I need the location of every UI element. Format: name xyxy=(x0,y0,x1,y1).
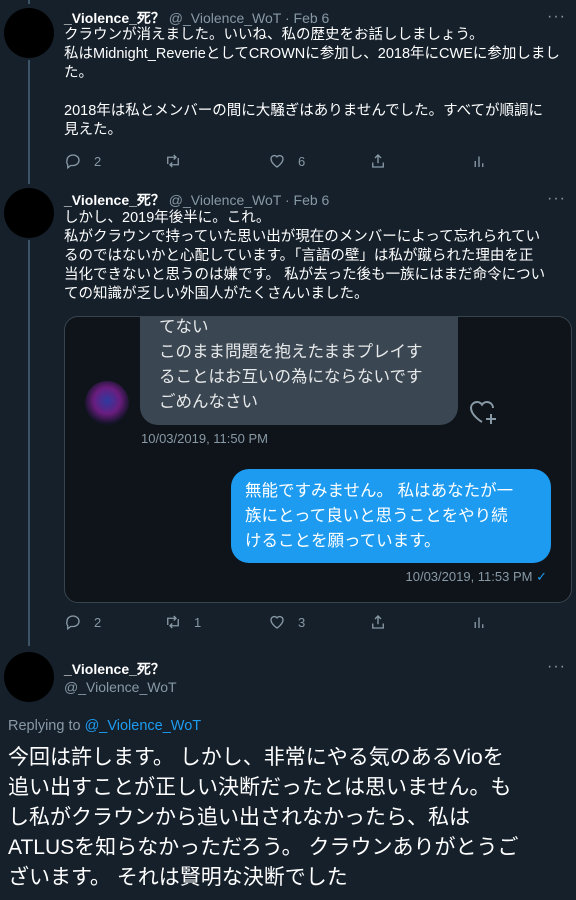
tweet-line: ATLUSを知らなかっただろう。 クラウンありがとうご xyxy=(8,836,519,859)
sent-time: 10/03/2019, 11:53 PM ✓ xyxy=(406,569,548,585)
handle[interactable]: @_Violence_WoT xyxy=(64,679,177,695)
like-button[interactable]: 6 xyxy=(268,152,305,170)
retweet-button[interactable] xyxy=(164,152,194,170)
reply-button[interactable]: 2 xyxy=(64,152,101,170)
like-icon xyxy=(270,615,284,629)
reply-button[interactable]: 2 xyxy=(64,613,101,631)
handle[interactable]: @_Violence_WoT xyxy=(169,10,281,26)
check-icon: ✓ xyxy=(536,569,547,584)
like-icon xyxy=(270,154,284,168)
analytics-button[interactable] xyxy=(470,152,488,170)
message-line: ごめんなさい xyxy=(159,393,258,411)
analytics-icon xyxy=(474,617,484,628)
attached-image[interactable]: てない このまま問題を抱えたままプレイす ることはお互いの為にならないです ごめ… xyxy=(64,316,572,603)
handle[interactable]: @_Violence_WoT xyxy=(169,192,281,208)
tweet-line: クラウンが消えました。いいね、私の歴史をお話ししましょう。 xyxy=(64,27,484,43)
retweet-button[interactable]: 1 xyxy=(164,613,201,631)
tweet-text: クラウンが消えました。いいね、私の歴史をお話ししましょう。 私はMidnight… xyxy=(64,26,569,140)
thread-line xyxy=(28,0,30,4)
heart-plus-icon xyxy=(469,401,496,424)
analytics-button[interactable] xyxy=(470,613,488,631)
retweet-icon xyxy=(167,615,179,629)
replying-to-link[interactable]: @_Violence_WoT xyxy=(85,718,202,734)
message-line: 無能ですみません。 私はあなたが一 xyxy=(245,482,514,500)
tweet-line: ての知識が乏しい外国人がたくさんいました。 xyxy=(64,286,369,302)
tweet-line: 当化できないと思うのは嫌です。 私が去った後も一族にはまだ命令につい xyxy=(64,267,546,283)
message-line: このまま問題を抱えたままプレイす xyxy=(159,343,423,361)
share-button[interactable] xyxy=(369,152,387,170)
tweet-line: し私がクラウンから追い出されなかったら、私は xyxy=(8,806,470,829)
reply-count: 2 xyxy=(94,614,102,630)
received-time: 10/03/2019, 11:50 PM xyxy=(141,431,268,446)
more-icon[interactable]: ··· xyxy=(547,191,566,207)
tweet-date[interactable]: Feb 6 xyxy=(294,10,330,26)
tweet-line: るのではないかと心配しています。「言語の壁」は私が蹴られた理由を正 xyxy=(64,248,534,264)
replying-to-label: Replying to xyxy=(8,718,81,734)
chat-avatar xyxy=(85,381,129,425)
avatar[interactable] xyxy=(4,8,54,58)
tweet-line: 私はMidnight_ReverieとしてCROWNに参加し、2018年にCWE… xyxy=(64,46,560,62)
share-button[interactable] xyxy=(369,613,387,631)
retweet-count: 1 xyxy=(194,614,202,630)
tweet-line: ざいます。 それは賢明な決断でした xyxy=(8,866,348,889)
tweet-date[interactable]: Feb 6 xyxy=(294,192,330,208)
tweet-line: しかし、2019年後半に。これ。 xyxy=(64,210,271,226)
avatar[interactable] xyxy=(4,188,54,238)
analytics-icon xyxy=(474,156,484,167)
share-icon xyxy=(372,154,384,168)
replying-to: Replying to @_Violence_WoT xyxy=(8,718,201,734)
tweet-actions: 2 1 3 xyxy=(64,613,564,633)
tweet-line: 今回は許します。 しかし、非常にやる気のあるVioを xyxy=(8,746,504,769)
more-icon[interactable]: ··· xyxy=(547,9,566,25)
display-name[interactable]: _Violence_死？ xyxy=(64,661,165,677)
reply-icon xyxy=(66,154,80,170)
separator: · xyxy=(284,192,290,208)
display-name[interactable]: _Violence_死？ xyxy=(64,192,165,208)
tweet-line xyxy=(64,83,569,102)
sent-time-text: 10/03/2019, 11:53 PM xyxy=(405,569,533,584)
avatar[interactable] xyxy=(4,652,54,702)
like-count: 3 xyxy=(298,614,306,630)
tweet-header: _Violence_死？ xyxy=(64,659,165,679)
thread-line xyxy=(28,60,30,184)
tweet-line: 2018年は私とメンバーの間に大騒ぎはありませんでした。すべてが順調に xyxy=(64,103,543,119)
tweet-actions: 2 6 xyxy=(64,152,564,172)
separator: · xyxy=(284,10,290,26)
tweet-line: 追い出すことが正しい決断だったとは思いません。も xyxy=(8,776,512,799)
tweet-text: しかし、2019年後半に。これ。 私がクラウンで持っていた思い出が現在のメンバー… xyxy=(64,209,569,304)
thread-line xyxy=(28,240,30,646)
message-line: てない xyxy=(159,318,209,336)
tweet-text: 今回は許します。 しかし、非常にやる気のあるVioを 追い出すことが正しい決断だ… xyxy=(8,743,570,893)
display-name[interactable]: _Violence_死？ xyxy=(64,10,165,26)
sent-message-text: 無能ですみません。 私はあなたが一 族にとって良いと思うことをやり続 けることを… xyxy=(245,479,513,554)
tweet-line: た。 xyxy=(64,65,93,81)
tweet-line: 私がクラウンで持っていた思い出が現在のメンバーによって忘れられてい xyxy=(64,229,541,245)
tweet-header: _Violence_死？ @_Violence_WoT · Feb 6 xyxy=(64,190,329,210)
message-line: けることを願っています。 xyxy=(245,532,441,550)
received-message-text: てない このまま問題を抱えたままプレイす ることはお互いの為にならないです ごめ… xyxy=(159,317,423,415)
message-line: 族にとって良いと思うことをやり続 xyxy=(245,507,508,525)
more-icon[interactable]: ··· xyxy=(547,659,566,675)
tweet-header: _Violence_死？ @_Violence_WoT · Feb 6 xyxy=(64,8,329,28)
like-button[interactable]: 3 xyxy=(268,613,305,631)
reply-icon xyxy=(66,615,80,631)
message-line: ることはお互いの為にならないです xyxy=(159,368,423,386)
reply-count: 2 xyxy=(94,153,102,169)
tweet-line: 見えた。 xyxy=(64,122,122,138)
like-count: 6 xyxy=(298,153,306,169)
retweet-icon xyxy=(167,154,179,168)
share-icon xyxy=(372,615,384,629)
